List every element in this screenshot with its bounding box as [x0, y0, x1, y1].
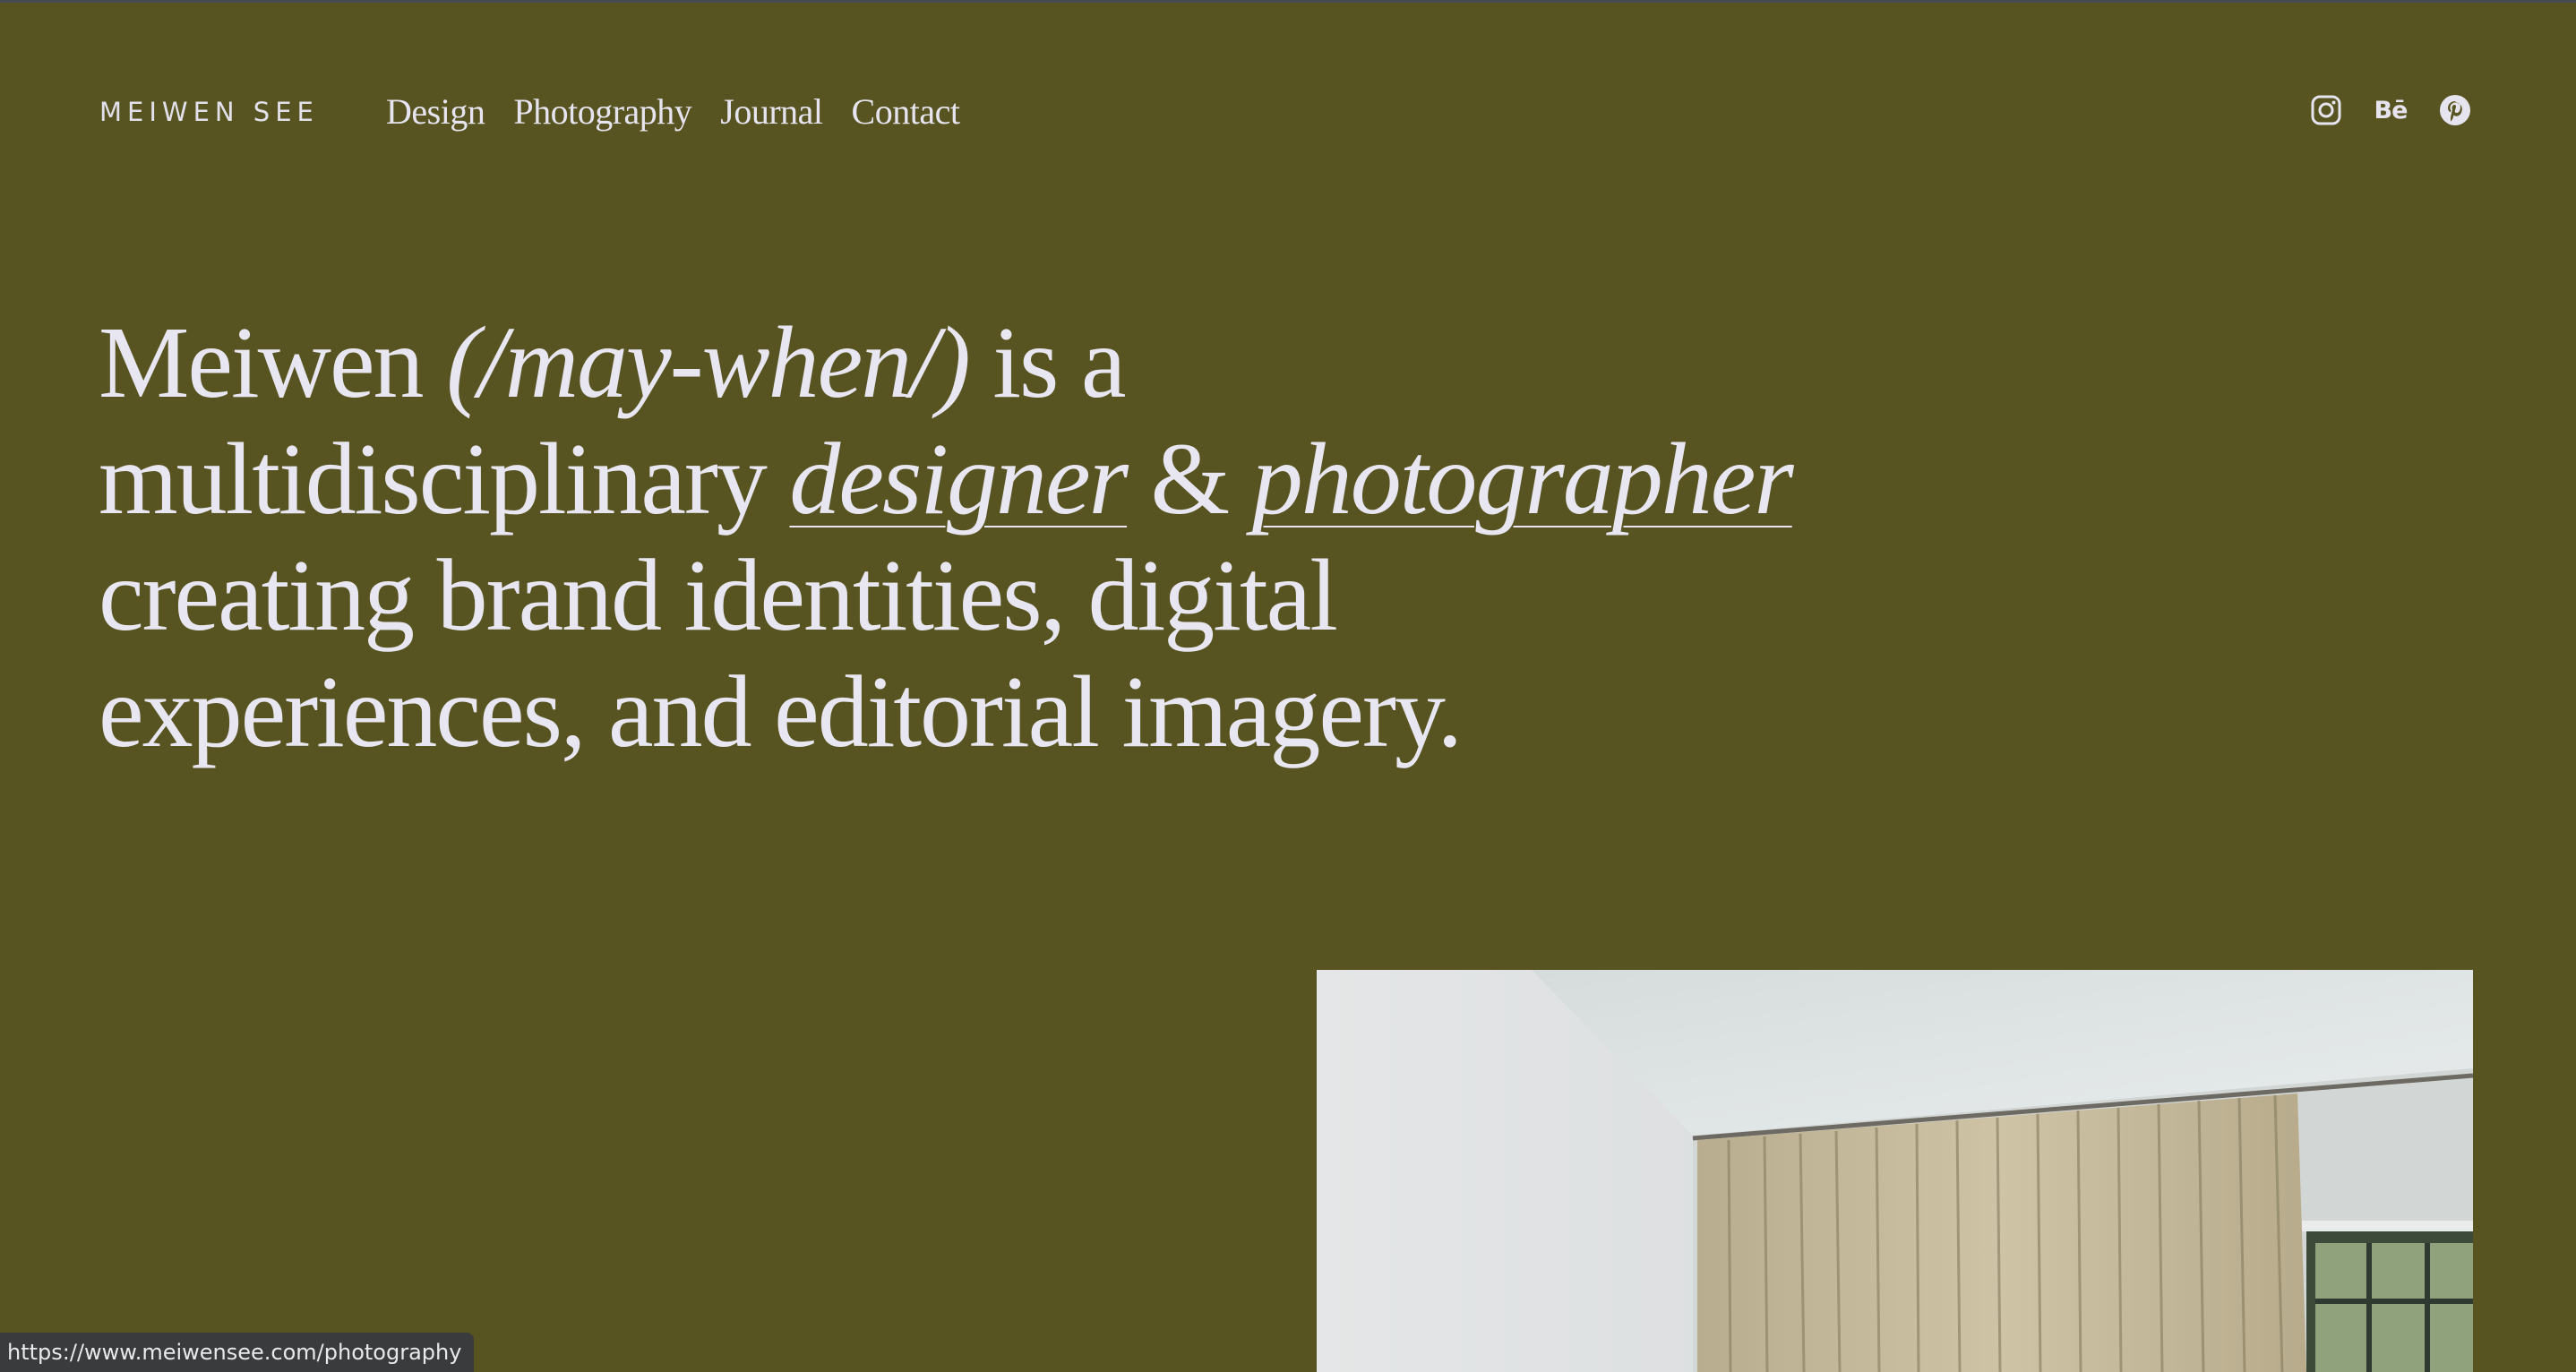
hero-statement: Meiwen (/may-when/) is a multidisciplina…: [99, 304, 1800, 770]
nav-journal[interactable]: Journal: [720, 88, 823, 136]
photographer-link[interactable]: photographer: [1252, 422, 1794, 536]
browser-status-url: https://www.meiwensee.com/photography: [0, 1333, 475, 1372]
featured-photo[interactable]: [1317, 970, 2473, 1372]
window-top-edge: [0, 0, 2576, 3]
pinterest-icon[interactable]: [2438, 93, 2472, 127]
behance-icon[interactable]: Bē: [2374, 93, 2409, 127]
designer-link[interactable]: designer: [789, 422, 1129, 536]
nav-photography[interactable]: Photography: [513, 88, 691, 136]
hero-ampersand: &: [1150, 422, 1231, 536]
site-logo[interactable]: MEIWEN SEE: [99, 97, 319, 127]
nav-contact[interactable]: Contact: [852, 88, 960, 136]
main-nav: Design Photography Journal Contact: [386, 88, 960, 136]
curtain-room-image: [1317, 970, 2473, 1372]
hero-name: Meiwen: [99, 305, 425, 419]
social-links: Bē: [2309, 93, 2472, 127]
behance-label: Bē: [2374, 96, 2409, 124]
instagram-icon[interactable]: [2309, 93, 2343, 127]
nav-design[interactable]: Design: [386, 88, 485, 136]
hero-pronunciation: (/may-when/): [446, 305, 971, 419]
hero-text-2: creating brand identities, digital exper…: [99, 538, 1463, 768]
